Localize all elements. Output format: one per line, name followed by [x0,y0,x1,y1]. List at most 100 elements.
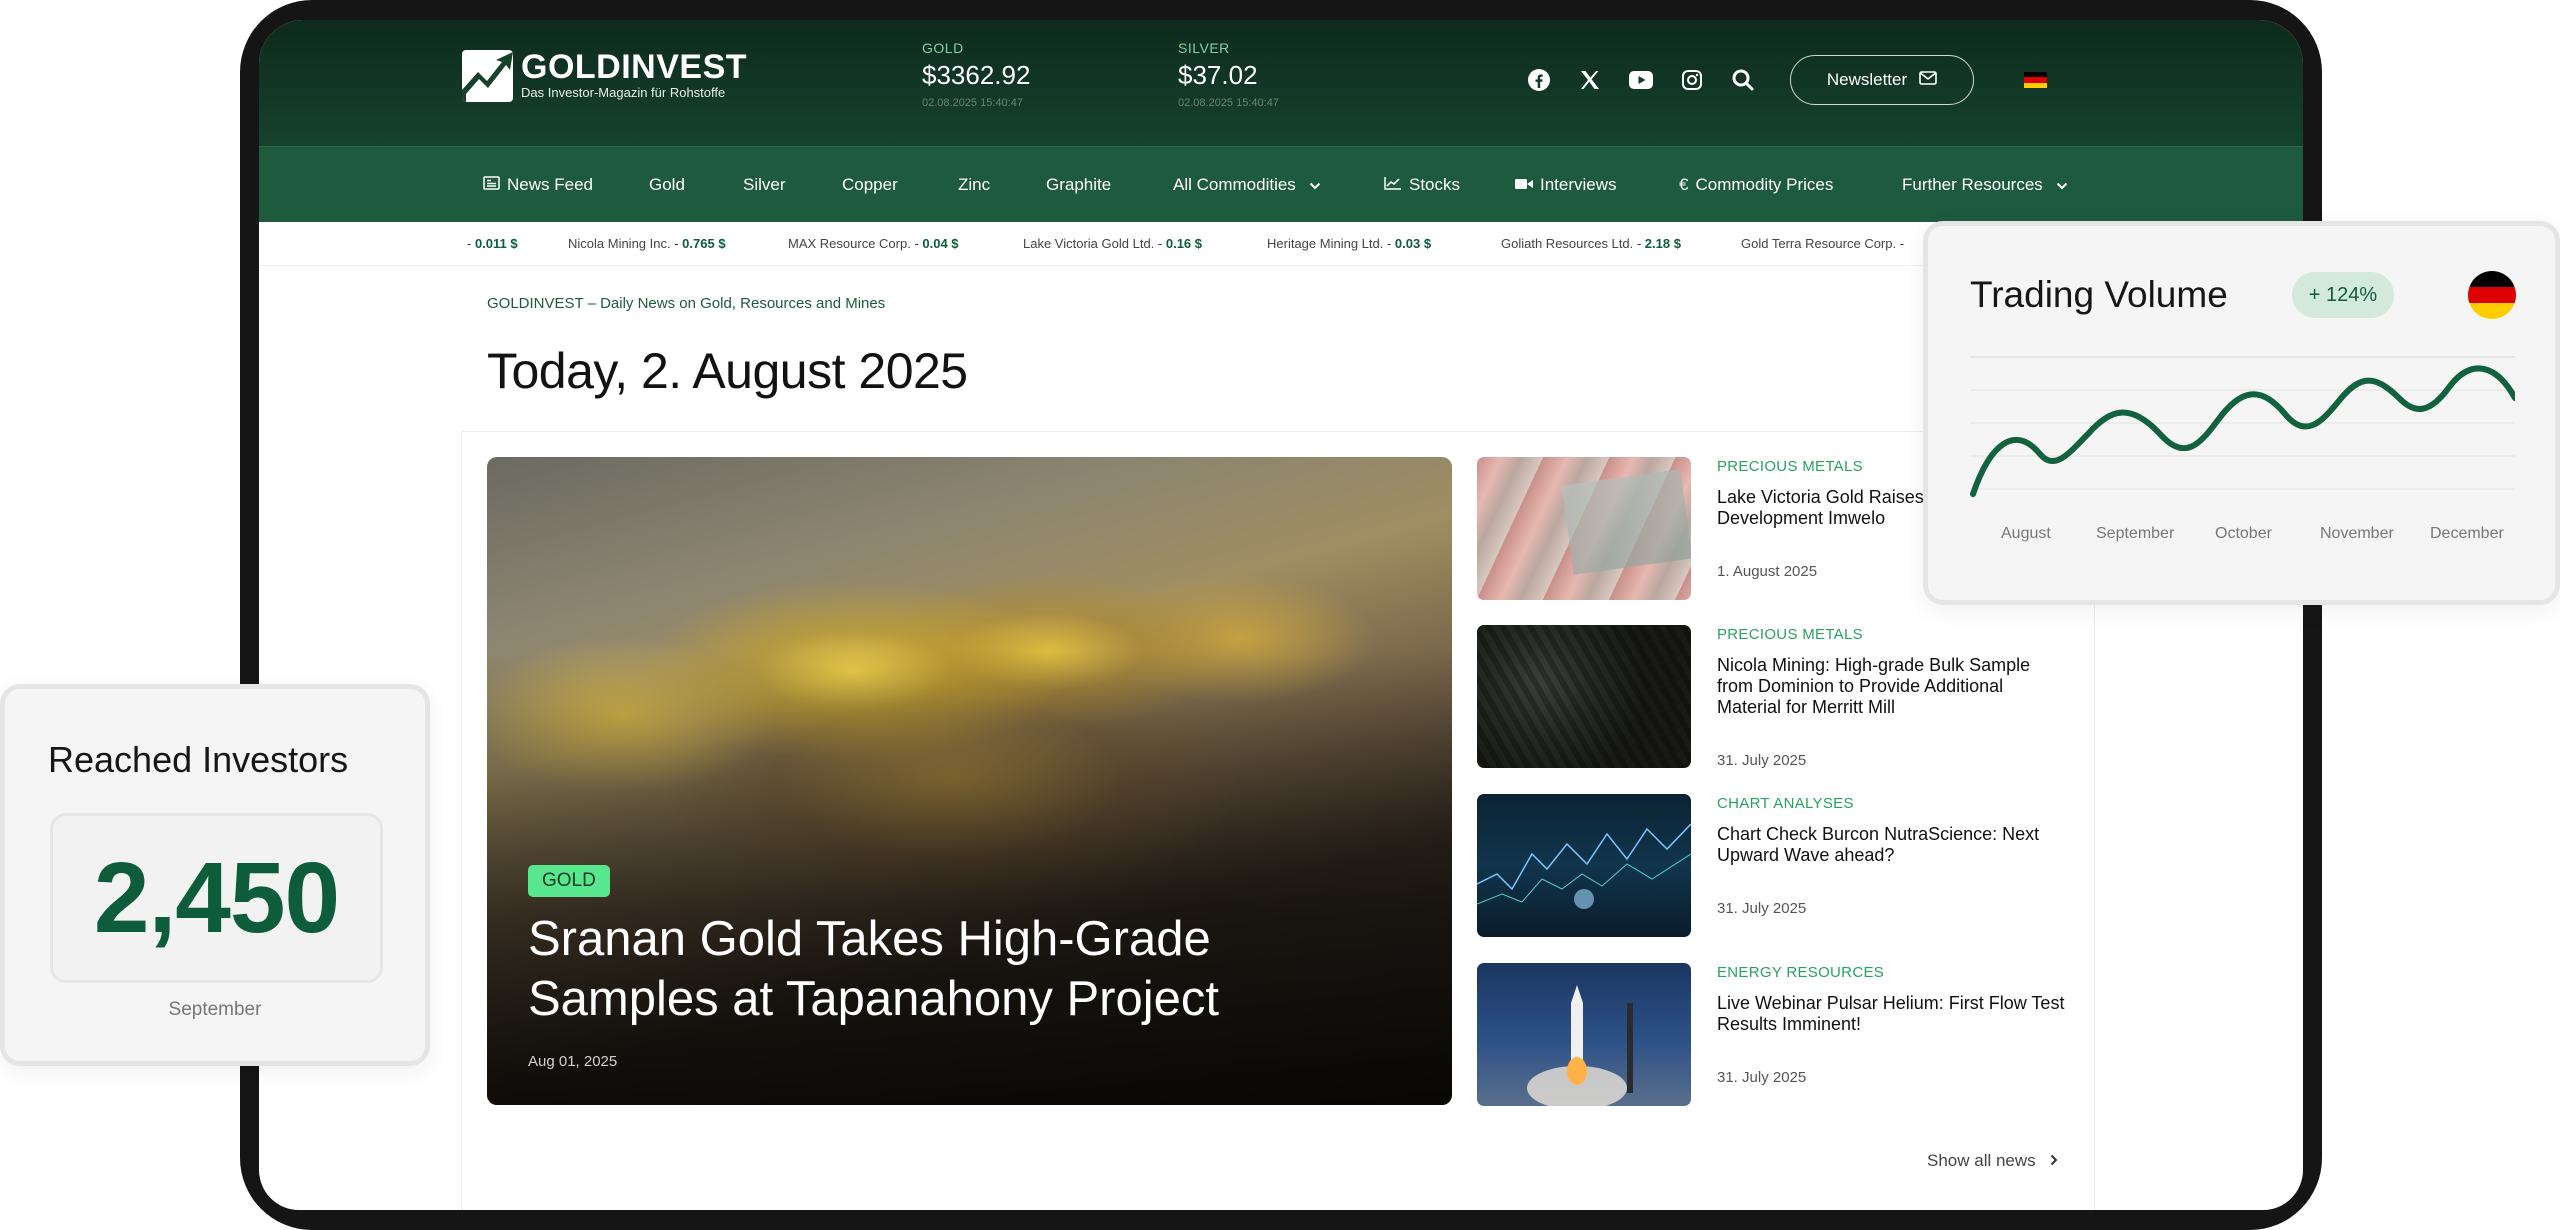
month-label: August [2001,525,2051,542]
newsletter-label: Newsletter [1826,70,1908,89]
nav-item-further-resources[interactable]: Further Resources [1902,147,2068,223]
breadcrumb[interactable]: GOLDINVEST – Daily News on Gold, Resourc… [487,295,885,312]
euro-icon: € [1679,175,1689,194]
ticker-item[interactable]: Nicola Mining Inc. - 0.765 $ [568,236,726,251]
ticker-item[interactable]: MAX Resource Corp. - 0.04 $ [788,236,959,251]
nav-item-news-feed[interactable]: News Feed [483,147,593,223]
article-date: 31. July 2025 [1717,752,1807,769]
gold-price[interactable]: GOLD $3362.92 02.08.2025 15:40:47 [922,40,1030,109]
gold-price-timestamp: 02.08.2025 15:40:47 [922,97,1023,109]
logo-name: GOLDINVEST [521,48,748,86]
nav-label: Zinc [958,175,991,194]
month-label: December [2430,525,2504,542]
chevron-right-icon [2050,1151,2058,1171]
article-item[interactable]: PRECIOUS METALS Nicola Mining: High-grad… [1477,625,2057,770]
ticker-item[interactable]: - 0.011 $ [467,236,518,251]
article-date: 1. August 2025 [1717,563,1818,580]
article-thumbnail[interactable] [1477,963,1691,1106]
video-icon [1515,175,1533,195]
ticker-item[interactable]: Heritage Mining Ltd. - 0.03 $ [1267,236,1431,251]
show-all-news-link[interactable]: Show all news [1927,1151,2058,1171]
article-date: 31. July 2025 [1717,900,1807,917]
facebook-icon[interactable] [1526,67,1552,93]
article-date: 31. July 2025 [1717,1069,1807,1086]
trading-volume-card: Trading Volume + 124% August September O… [1923,221,2560,605]
month-label: October [2215,525,2272,542]
nav-label: News Feed [507,175,593,194]
hero-date: Aug 01, 2025 [528,1053,618,1070]
chart-line-icon [1384,175,1402,195]
article-item[interactable]: ENERGY RESOURCES Live Webinar Pulsar Hel… [1477,963,2064,1108]
x-icon[interactable] [1577,67,1603,93]
nav-label: Further Resources [1902,175,2043,194]
german-flag-icon[interactable] [2024,72,2047,88]
silver-price[interactable]: SILVER $37.02 02.08.2025 15:40:47 [1178,40,1279,109]
ticker-item[interactable]: Lake Victoria Gold Ltd. - 0.16 $ [1023,236,1202,251]
site-logo[interactable]: GOLDINVEST Das Investor-Magazin für Rohs… [462,50,747,102]
article-category[interactable]: ENERGY RESOURCES [1717,964,1884,981]
nav-item-graphite[interactable]: Graphite [1046,147,1111,223]
main-nav: News Feed Gold Silver Copper Zinc Graphi… [259,146,2303,222]
search-icon[interactable] [1730,67,1756,93]
ticker-item[interactable]: Gold Terra Resource Corp. - [1741,236,1904,251]
month-label: September [2096,525,2175,542]
nav-item-gold[interactable]: Gold [649,147,685,223]
nav-label: Interviews [1540,175,1617,194]
hero-title[interactable]: Sranan Gold Takes High-Grade Samples at … [528,909,1408,1029]
nav-label: Silver [743,175,786,194]
article-category[interactable]: CHART ANALYSES [1717,795,1854,812]
article-category[interactable]: PRECIOUS METALS [1717,458,1863,475]
silver-price-timestamp: 02.08.2025 15:40:47 [1178,97,1279,109]
nav-label: Commodity Prices [1695,175,1834,194]
nav-item-zinc[interactable]: Zinc [958,147,990,223]
nav-label: All Commodities [1173,175,1296,194]
nav-item-commodity-prices[interactable]: € Commodity Prices [1679,147,1833,223]
article-title[interactable]: Nicola Mining: High-grade Bulk Sample fr… [1717,655,2069,718]
nav-item-copper[interactable]: Copper [842,147,898,223]
reached-investors-month: September [168,999,262,1020]
silver-price-label: SILVER [1178,40,1230,56]
reached-investors-value-box: 2,450 [50,813,383,983]
social-links [1526,67,1781,93]
mail-icon [1919,70,1937,90]
trading-volume-title: Trading Volume [1970,274,2228,315]
logo-tagline: Das Investor-Magazin für Rohstoffe [521,85,726,100]
show-all-label: Show all news [1927,1151,2036,1170]
gold-price-value: $3362.92 [922,60,1031,90]
ticker-item[interactable]: Goliath Resources Ltd. - 2.18 $ [1501,236,1681,251]
logo-chart-icon [462,50,513,102]
divider [461,431,462,1210]
hero-article[interactable]: GOLD Sranan Gold Takes High-Grade Sample… [487,457,1452,1105]
chevron-down-icon [2056,175,2068,195]
nav-item-all-commodities[interactable]: All Commodities [1173,147,1321,223]
nav-item-interviews[interactable]: Interviews [1515,147,1617,223]
nav-item-silver[interactable]: Silver [743,147,786,223]
youtube-icon[interactable] [1628,67,1654,93]
instagram-icon[interactable] [1679,67,1705,93]
article-title[interactable]: Live Webinar Pulsar Helium: First Flow T… [1717,993,2069,1035]
silver-price-value: $37.02 [1178,60,1258,90]
article-thumbnail[interactable] [1477,794,1691,937]
nav-label: Graphite [1046,175,1112,194]
hero-category-badge[interactable]: GOLD [528,865,610,897]
newspaper-icon [483,175,500,195]
divider [461,431,2095,432]
article-category[interactable]: PRECIOUS METALS [1717,626,1863,643]
browser-screen: GOLDINVEST Das Investor-Magazin für Rohs… [259,20,2303,1210]
reached-investors-value: 2,450 [93,841,340,954]
newsletter-button[interactable]: Newsletter [1790,55,1974,105]
nav-item-stocks[interactable]: Stocks [1384,147,1460,223]
reached-investors-card: Reached Investors 2,450 September [0,684,430,1066]
article-title[interactable]: Chart Check Burcon NutraScience: Next Up… [1717,824,2069,866]
article-item[interactable]: CHART ANALYSES Chart Check Burcon NutraS… [1477,794,2057,939]
gold-price-label: GOLD [922,40,964,56]
article-thumbnail[interactable] [1477,457,1691,600]
nav-label: Stocks [1409,175,1461,194]
nav-label: Gold [649,175,685,194]
nav-label: Copper [842,175,898,194]
chevron-down-icon [1309,175,1321,195]
site-header: GOLDINVEST Das Investor-Magazin für Rohs… [259,20,2303,146]
trading-volume-sparkline [1970,356,2515,497]
trading-volume-badge: + 124% [2292,272,2394,318]
article-thumbnail[interactable] [1477,625,1691,768]
